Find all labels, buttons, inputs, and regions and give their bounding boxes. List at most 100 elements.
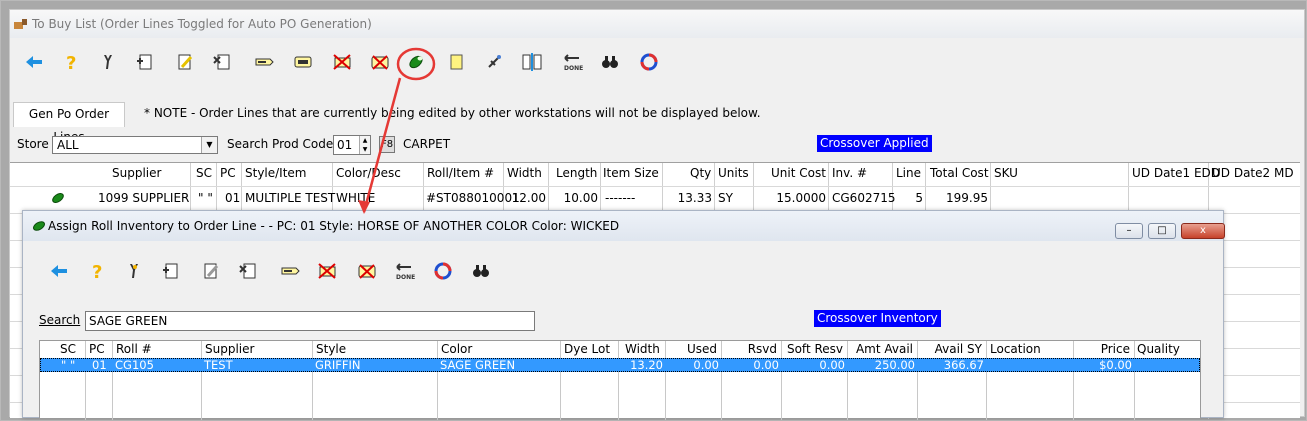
tag-icon[interactable] — [278, 259, 302, 283]
grid-header-qty[interactable]: Qty — [690, 163, 711, 184]
cell-line[interactable]: 5 — [894, 189, 923, 207]
notes-icon[interactable] — [444, 50, 468, 74]
inv-cell-soft-resv[interactable]: 0.00 — [782, 358, 845, 372]
edit-document-icon[interactable] — [173, 50, 197, 74]
cell-length[interactable]: 10.00 — [552, 189, 598, 207]
inv-cell-color[interactable]: SAGE GREEN — [440, 358, 515, 372]
tools-icon[interactable] — [123, 259, 147, 283]
inv-header-dye-lot[interactable]: Dye Lot — [564, 341, 610, 358]
edit-document-icon[interactable] — [199, 259, 223, 283]
spin-arrows-icon[interactable]: ▲ ▼ — [359, 136, 370, 154]
help-icon[interactable]: ? — [59, 50, 83, 74]
back-arrow-icon[interactable] — [47, 259, 71, 283]
grid-header-inv[interactable]: Inv. # — [832, 163, 867, 184]
new-document-icon[interactable] — [134, 50, 158, 74]
inv-header-price[interactable]: Price — [1073, 341, 1130, 358]
help-icon[interactable]: ? — [85, 259, 109, 283]
store-select[interactable]: ALL ▼ — [52, 136, 218, 154]
inv-header-rsvd[interactable]: Rsvd — [721, 341, 777, 358]
cell-pc[interactable]: 01 — [225, 189, 240, 207]
print-tag-icon[interactable] — [291, 50, 315, 74]
new-document-icon[interactable] — [160, 259, 184, 283]
inv-header-roll[interactable]: Roll # — [116, 341, 152, 358]
cell-width[interactable]: 12.00 — [508, 189, 546, 207]
inv-header-color[interactable]: Color — [441, 341, 472, 358]
grid-header-line[interactable]: Line — [896, 163, 921, 184]
refresh-icon[interactable] — [431, 259, 455, 283]
inv-cell-width[interactable]: 13.20 — [619, 358, 663, 372]
grid-header-roll-item[interactable]: Roll/Item # — [427, 163, 494, 184]
grid-header-length[interactable]: Length — [556, 163, 597, 184]
delete-document-icon[interactable] — [237, 259, 261, 283]
cell-style-item[interactable]: MULTIPLE TEST — [245, 189, 335, 207]
grid-header-units[interactable]: Units — [718, 163, 749, 184]
f8-lookup-button[interactable]: F8 — [379, 136, 395, 153]
done-icon[interactable]: DONE — [392, 259, 416, 283]
cell-total-cost[interactable]: 199.95 — [928, 189, 988, 207]
grid-header-style-item[interactable]: Style/Item — [245, 163, 307, 184]
assign-roll-icon[interactable] — [404, 50, 428, 74]
inv-header-sc[interactable]: SC — [60, 341, 76, 358]
find-icon[interactable] — [598, 50, 622, 74]
find-icon[interactable] — [469, 259, 493, 283]
cancel-tag-icon[interactable] — [315, 259, 339, 283]
cell-color-desc[interactable]: WHITE — [336, 189, 375, 207]
delete-document-icon[interactable] — [211, 50, 235, 74]
inv-cell-pc[interactable]: 01 — [92, 358, 107, 372]
cell-sc[interactable]: " " — [198, 189, 213, 207]
cell-qty[interactable]: 13.33 — [666, 189, 712, 207]
grid-header-width[interactable]: Width — [507, 163, 542, 184]
inv-cell-supplier[interactable]: TEST — [204, 358, 233, 372]
inv-cell-price[interactable]: $0.00 — [1074, 358, 1132, 372]
cell-roll-item[interactable]: #ST088010001 — [426, 189, 520, 207]
maximize-button[interactable]: □ — [1148, 223, 1176, 239]
cell-unit-cost[interactable]: 15.0000 — [758, 189, 826, 207]
done-icon[interactable]: DONE — [560, 50, 584, 74]
inv-cell-roll[interactable]: CG105 — [115, 358, 154, 372]
cell-supplier[interactable]: 1099 SUPPLIER — [98, 189, 189, 207]
close-button[interactable]: x — [1181, 223, 1225, 239]
refresh-icon[interactable] — [637, 50, 661, 74]
inventory-row-selected[interactable]: " " 01 CG105 TEST GRIFFIN SAGE GREEN 13.… — [40, 358, 1200, 372]
inv-header-pc[interactable]: PC — [89, 341, 105, 358]
inv-cell-used[interactable]: 0.00 — [666, 358, 719, 372]
print-cancel-icon[interactable] — [355, 259, 379, 283]
cancel-tag-icon[interactable] — [330, 50, 354, 74]
chevron-down-icon[interactable]: ▼ — [201, 137, 217, 153]
grid-header-item-size[interactable]: Item Size — [603, 163, 659, 184]
grid-header-supplier[interactable]: Supplier — [112, 163, 161, 184]
search-input[interactable]: SAGE GREEN — [85, 311, 535, 331]
inv-header-soft-resv[interactable]: Soft Resv — [781, 341, 843, 358]
inv-cell-style[interactable]: GRIFFIN — [315, 358, 361, 372]
inv-header-supplier[interactable]: Supplier — [205, 341, 254, 358]
grid-header-pc[interactable]: PC — [220, 163, 236, 184]
inv-header-width[interactable]: Width — [625, 341, 660, 358]
grid-header-ud-date2[interactable]: UD Date2 MD — [1212, 163, 1294, 184]
grid-header-ud-date1[interactable]: UD Date1 EDD — [1132, 163, 1220, 184]
tag-icon[interactable] — [252, 50, 276, 74]
inv-cell-rsvd[interactable]: 0.00 — [722, 358, 779, 372]
inv-header-used[interactable]: Used — [665, 341, 717, 358]
split-icon[interactable] — [520, 50, 544, 74]
inv-header-quality[interactable]: Quality — [1137, 341, 1180, 358]
minimize-button[interactable]: – — [1115, 223, 1143, 239]
link-icon[interactable] — [482, 50, 506, 74]
grid-header-sc[interactable]: SC — [196, 163, 212, 184]
inv-header-avail-sy[interactable]: Avail SY — [917, 341, 982, 358]
inv-header-location[interactable]: Location — [990, 341, 1041, 358]
cell-units[interactable]: SY — [718, 189, 733, 207]
inv-cell-sc[interactable]: " " — [61, 358, 75, 372]
inv-cell-amt-avail[interactable]: 250.00 — [848, 358, 915, 372]
inv-header-style[interactable]: Style — [316, 341, 346, 358]
grid-header-sku[interactable]: SKU — [994, 163, 1018, 184]
tab-gen-po-order-lines[interactable]: Gen Po Order Lines — [13, 102, 125, 144]
grid-header-total-cost[interactable]: Total Cost — [930, 163, 989, 184]
grid-header-color-desc[interactable]: Color/Desc — [336, 163, 401, 184]
print-cancel-icon[interactable] — [368, 50, 392, 74]
tools-icon[interactable] — [97, 50, 121, 74]
prod-code-stepper[interactable]: 01 ▲ ▼ — [333, 135, 371, 155]
grid-header-unit-cost[interactable]: Unit Cost — [771, 163, 826, 184]
cell-inv[interactable]: CG602715 — [832, 189, 896, 207]
inv-header-amt-avail[interactable]: Amt Avail — [847, 341, 913, 358]
cell-item-size[interactable]: ------- — [605, 189, 635, 207]
